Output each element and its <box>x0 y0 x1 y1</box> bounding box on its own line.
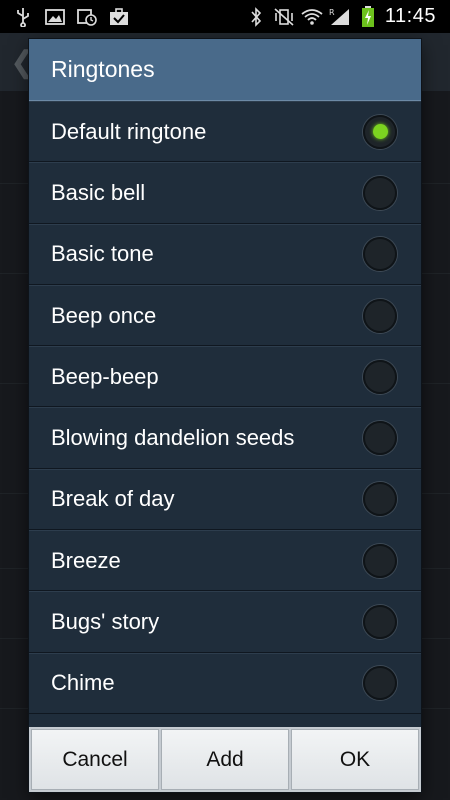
dialog-button-bar: Cancel Add OK <box>29 727 421 792</box>
wifi-icon <box>301 7 323 27</box>
radio-unselected-icon[interactable] <box>363 359 397 394</box>
ringtone-label: Bugs' story <box>51 609 160 635</box>
calendar-clock-icon <box>76 7 98 27</box>
ringtone-label: Basic bell <box>51 179 146 205</box>
radio-unselected-icon[interactable] <box>363 666 397 701</box>
usb-icon <box>12 7 34 27</box>
ringtone-item-chime[interactable]: Chime <box>29 652 421 714</box>
radio-unselected-icon[interactable] <box>363 482 397 517</box>
ringtone-label: Breeze <box>51 547 121 573</box>
status-bar: R 11:45 <box>0 0 450 33</box>
clock: 11:45 <box>384 5 436 27</box>
radio-unselected-icon[interactable] <box>363 421 397 456</box>
radio-unselected-icon[interactable] <box>363 175 397 210</box>
ringtone-item-basic-bell[interactable]: Basic bell <box>29 162 421 224</box>
radio-unselected-icon[interactable] <box>363 298 397 333</box>
ringtone-item-basic-tone[interactable]: Basic tone <box>29 223 421 285</box>
ringtone-item-break-of-day[interactable]: Break of day <box>29 468 421 531</box>
bluetooth-icon <box>245 6 267 27</box>
radio-unselected-icon[interactable] <box>363 543 397 578</box>
ringtone-item-blowing-dandelion-seeds[interactable]: Blowing dandelion seeds <box>29 407 421 469</box>
mute-vibrate-icon <box>273 7 295 27</box>
ringtone-label: Basic tone <box>51 241 154 267</box>
ringtone-label: Blowing dandelion seeds <box>51 425 295 451</box>
ringtone-label: Default ringtone <box>51 118 207 144</box>
cancel-button[interactable]: Cancel <box>31 729 159 790</box>
briefcase-check-icon <box>108 7 130 27</box>
roaming-signal-icon: R <box>329 7 351 27</box>
ringtone-label: Chime <box>51 670 115 696</box>
ringtone-label: Break of day <box>51 486 175 512</box>
battery-charging-icon <box>357 5 379 27</box>
ringtone-item-beep-once[interactable]: Beep once <box>29 284 421 347</box>
radio-selected-icon[interactable] <box>363 114 397 149</box>
radio-unselected-icon[interactable] <box>363 237 397 272</box>
ringtone-item-beep-beep[interactable]: Beep-beep <box>29 346 421 408</box>
ringtones-dialog: Ringtones Default ringtone Basic bell Ba… <box>29 39 421 792</box>
ringtone-label: Beep once <box>51 302 157 328</box>
svg-text:R: R <box>329 8 335 17</box>
add-button[interactable]: Add <box>161 729 289 790</box>
ringtone-list[interactable]: Default ringtone Basic bell Basic tone B… <box>29 101 421 727</box>
dialog-title: Ringtones <box>29 39 421 101</box>
ok-button[interactable]: OK <box>291 729 419 790</box>
image-icon <box>44 7 66 27</box>
ringtone-item-breeze[interactable]: Breeze <box>29 530 421 592</box>
ringtone-label: Beep-beep <box>51 363 159 389</box>
ringtone-item-bugs-story[interactable]: Bugs' story <box>29 591 421 653</box>
ringtone-item-default[interactable]: Default ringtone <box>29 101 421 163</box>
radio-unselected-icon[interactable] <box>363 605 397 640</box>
